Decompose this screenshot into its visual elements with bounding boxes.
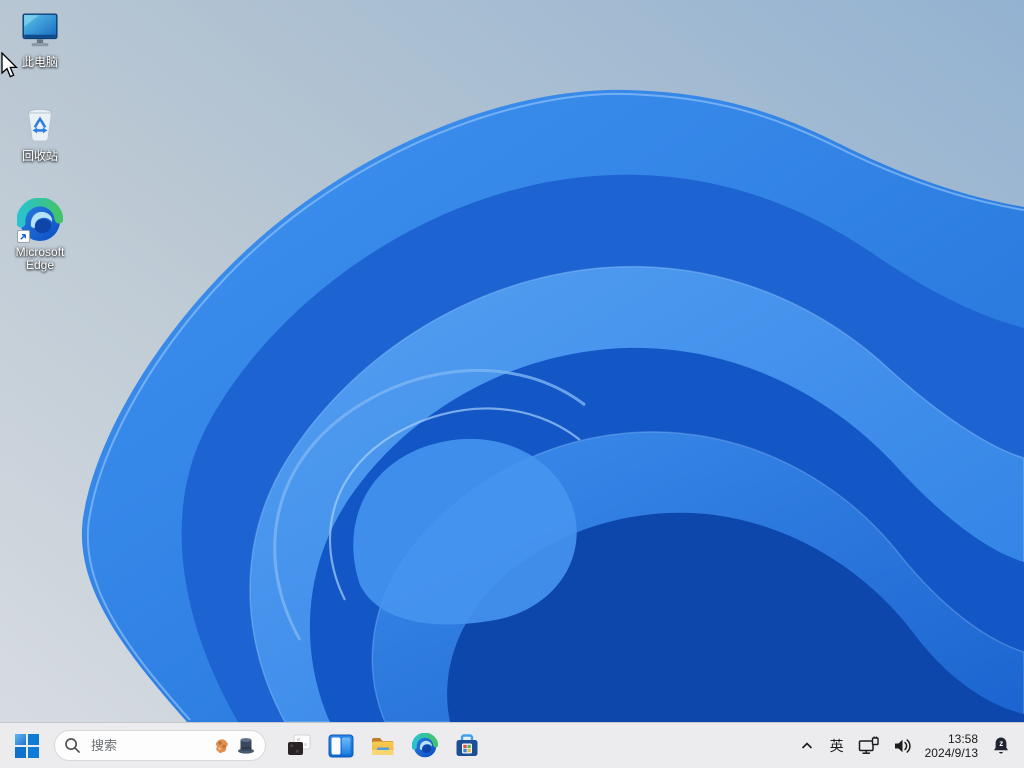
tray-date: 2024/9/13: [924, 745, 978, 760]
mouse-cursor: [1, 52, 18, 78]
this-pc-icon: [19, 8, 61, 54]
search-highlight-creature-icon: [215, 738, 228, 753]
edge-icon: [412, 732, 438, 757]
search-input[interactable]: [89, 737, 205, 754]
taskbar-app-overlapping-windows[interactable]: [280, 727, 318, 765]
shortcut-arrow-icon: [17, 230, 30, 243]
edge-icon: [16, 197, 64, 244]
network-button[interactable]: [853, 727, 885, 765]
file-explorer-icon: [372, 737, 394, 755]
windows-logo-icon: [15, 733, 39, 758]
search-highlights[interactable]: [213, 736, 256, 756]
ime-indicator[interactable]: 英: [823, 727, 851, 765]
taskbar-app-edge[interactable]: [406, 727, 444, 765]
windows-desktop: 此电脑 回收站 Microsoft Edge 搜索 英 13:58 2024/9…: [0, 0, 1024, 768]
desktop-icon-label: 回收站: [21, 149, 58, 163]
taskbar: 英: [0, 722, 1024, 768]
ethernet-icon: [858, 736, 879, 754]
recycle-bin-icon: [20, 102, 60, 148]
clock[interactable]: 13:58 2024/9/13: [919, 727, 984, 765]
notification-center-button[interactable]: z: [986, 727, 1016, 765]
taskbar-left-group: [8, 727, 486, 765]
taskbar-app-task-view[interactable]: [322, 727, 360, 765]
microsoft-store-icon: [456, 733, 478, 756]
start-button[interactable]: [8, 727, 46, 765]
bell-dnd-icon: z: [994, 737, 1008, 753]
desktop-icon-label: Microsoft Edge: [15, 245, 65, 272]
tray-time: 13:58: [947, 731, 978, 746]
magnifier-icon: [65, 738, 80, 753]
volume-button[interactable]: [887, 727, 917, 765]
overlapping-windows-icon: [288, 734, 311, 755]
taskbar-app-microsoft-store[interactable]: [448, 727, 486, 765]
hidden-icons-button[interactable]: [793, 727, 821, 765]
desktop-icon-edge[interactable]: Microsoft Edge: [2, 197, 78, 272]
chevron-up-icon: [801, 741, 812, 749]
search-highlight-top-hat-icon: [238, 737, 254, 754]
desktop-icon-label: 此电脑: [21, 55, 58, 69]
pinned-apps: [280, 727, 486, 765]
bell-dnd-z-glyph: z: [999, 738, 1003, 747]
wallpaper-bloom: [0, 0, 1024, 768]
system-tray: 英 13:58 2024/9/13 z: [793, 727, 1016, 765]
desktop-icon-recycle-bin[interactable]: 回收站: [2, 102, 78, 163]
taskbar-app-file-explorer[interactable]: [364, 727, 402, 765]
volume-icon: [894, 738, 911, 753]
ime-language-label: 英: [829, 737, 844, 754]
task-view-icon: [328, 734, 354, 757]
search-box[interactable]: [54, 730, 266, 761]
